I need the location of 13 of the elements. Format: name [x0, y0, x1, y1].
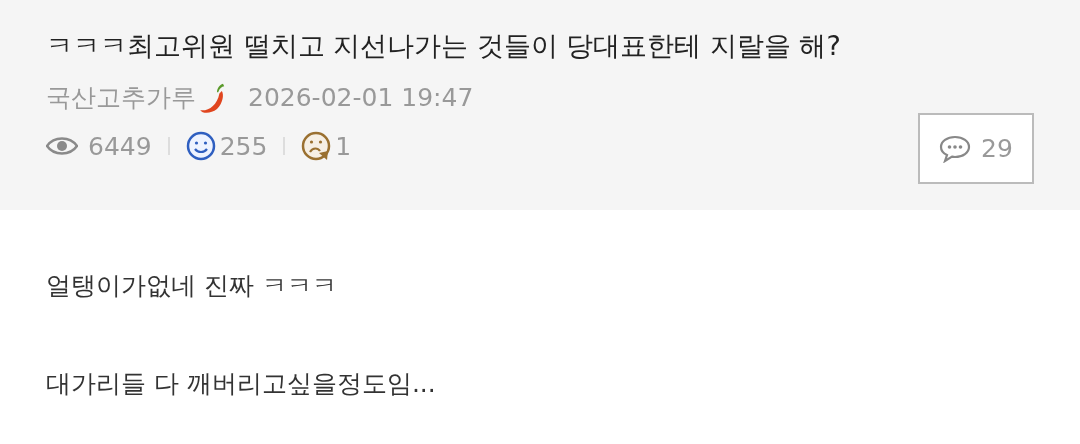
frowning-face-icon[interactable] — [301, 131, 332, 161]
post-paragraph: 얼탱이가없네 진짜 ㅋㅋㅋ — [46, 270, 338, 302]
post-paragraph: 대가리들 다 깨버리고싶을정도임... — [46, 368, 437, 400]
eye-icon — [46, 136, 78, 156]
smiley-icon[interactable] — [185, 131, 216, 161]
view-count: 6449 — [88, 131, 152, 161]
post-date: 2026-02-01 19:47 — [248, 82, 474, 112]
post-title: ㅋㅋㅋ최고위원 떨치고 지선나가는 것들이 당대표한테 지랄을 해? — [46, 29, 841, 63]
like-count: 255 — [219, 131, 268, 161]
dislike-count: 1 — [335, 131, 352, 161]
author-name[interactable]: 국산고추가루 — [46, 80, 196, 114]
speech-bubble-icon — [939, 134, 972, 163]
comment-count-button[interactable]: 29 — [918, 113, 1034, 184]
